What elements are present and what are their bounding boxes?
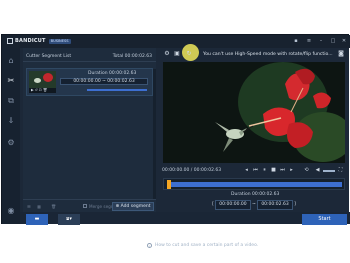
- thumb-controls: ▶ ↺ ⊡ 🗑: [29, 88, 56, 93]
- info-icon: i: [147, 243, 152, 248]
- tip-bar: i How to cut and save a certain part of …: [24, 235, 350, 258]
- thumb-flower: [43, 73, 53, 82]
- range-start-field[interactable]: 00:00:00.00: [215, 200, 251, 210]
- loop-icon[interactable]: ⟲: [303, 167, 310, 174]
- cut-icon[interactable]: ✂: [6, 76, 16, 86]
- segment-item[interactable]: ▶ ↺ ⊡ 🗑 Duration 00:00:02.63 00:00:00.00…: [26, 68, 153, 96]
- delete-segment-icon[interactable]: 🗑: [51, 204, 56, 210]
- segment-list-panel: Cutter Segment List Total 00:00:02.63 ▶ …: [23, 48, 156, 199]
- help-icon[interactable]: ◉: [6, 206, 16, 216]
- bottom-bar: ▬ ⧈▾ Start: [20, 212, 350, 225]
- screenshot-frame: BANDICUT BUSINESS ▪ ≡ – □ ✕ ⌂ ✂ ⧉ ⇓ ⚙ ◉ …: [0, 0, 350, 263]
- home-icon[interactable]: ⌂: [6, 56, 16, 66]
- volume-slider[interactable]: [323, 170, 335, 172]
- rotate-icon[interactable]: ↻: [185, 50, 193, 58]
- close-icon[interactable]: ✕: [341, 38, 347, 44]
- segment-list-title: Cutter Segment List: [26, 54, 72, 59]
- edition-badge: BUSINESS: [48, 38, 71, 44]
- player-panel: ⚙ ▣ ↻ You can't use High-Speed mode with…: [159, 44, 349, 212]
- cut-timeline[interactable]: [163, 178, 345, 190]
- output-settings-button[interactable]: ⧈▾: [58, 214, 80, 225]
- range-separator: ~: [252, 202, 256, 207]
- segment-list-footer: ☰ ▦ 🗑 Merge segments ⊕ Add segment: [23, 199, 156, 212]
- next-frame-icon[interactable]: ▸: [288, 167, 295, 174]
- player-toolbar: ⚙ ▣ ↻ You can't use High-Speed mode with…: [159, 44, 349, 61]
- grid-view-icon[interactable]: ▦: [37, 204, 41, 209]
- range-end-field[interactable]: 00:00:02.63: [257, 200, 293, 210]
- timeline-selection[interactable]: [170, 182, 342, 187]
- left-rail: ⌂ ✂ ⧉ ⇓ ⚙ ◉: [2, 48, 20, 224]
- add-segment-label: Add segment: [120, 204, 151, 209]
- video-preview[interactable]: [163, 62, 345, 163]
- app-name: BANDICUT: [15, 38, 46, 44]
- logo-mark-icon: [7, 38, 13, 44]
- folder-icon: ▬: [34, 216, 40, 222]
- app-window: BANDICUT BUSINESS ▪ ≡ – □ ✕ ⌂ ✂ ⧉ ⇓ ⚙ ◉ …: [1, 34, 350, 248]
- volume-icon[interactable]: ◀: [314, 167, 321, 174]
- export-icon: ⧈▾: [66, 216, 72, 222]
- segment-progress-bar: [87, 89, 147, 91]
- playback-controls: 00:00:00.00 / 00:00:02.63 ◂ ⏮ ⏸ ■ ⏭ ▸ ⟲ …: [159, 166, 349, 176]
- high-speed-warning: You can't use High-Speed mode with rotat…: [203, 52, 333, 57]
- segment-range-field[interactable]: 00:00:00.00 ~ 00:00:02.63: [60, 78, 148, 85]
- step-back-icon[interactable]: ⏮: [252, 167, 259, 174]
- maximize-icon[interactable]: □: [330, 38, 336, 44]
- prev-frame-icon[interactable]: ◂: [243, 167, 250, 174]
- add-segment-button[interactable]: ⊕ Add segment: [112, 202, 154, 211]
- video-frame-image: [163, 62, 345, 163]
- tip-link[interactable]: How to cut and save a certain part of a …: [155, 243, 258, 248]
- player-range: [ 00:00:00.00 ~ 00:00:02.63 ]: [199, 200, 309, 210]
- message-icon[interactable]: ▪: [293, 38, 299, 44]
- timeline-start-marker[interactable]: [167, 180, 171, 189]
- segment-list-header: Cutter Segment List Total 00:00:02.63: [23, 52, 156, 62]
- pause-icon[interactable]: ⏸: [261, 167, 268, 174]
- lock-icon[interactable]: ▣: [173, 50, 181, 58]
- app-logo: BANDICUT BUSINESS: [7, 37, 71, 45]
- stop-icon[interactable]: ■: [270, 167, 277, 174]
- player-duration: Duration 00:00:02.63: [231, 192, 280, 197]
- merge-segments-checkbox[interactable]: [83, 204, 87, 208]
- playback-time: 00:00:00.00 / 00:00:02.63: [162, 168, 222, 173]
- open-file-button[interactable]: ▬: [26, 214, 48, 225]
- gear-icon[interactable]: ⚙: [6, 138, 16, 148]
- segment-thumbnail[interactable]: ▶ ↺ ⊡ 🗑: [29, 71, 56, 93]
- list-view-icon[interactable]: ☰: [27, 204, 31, 209]
- start-button[interactable]: Start: [302, 214, 347, 225]
- download-icon[interactable]: ⇓: [6, 116, 16, 126]
- step-forward-icon[interactable]: ⏭: [279, 167, 286, 174]
- set-end-icon[interactable]: ]: [294, 202, 296, 207]
- segment-list-scrollbar[interactable]: [153, 69, 156, 199]
- title-bar: BANDICUT BUSINESS ▪ ≡ – □ ✕: [2, 35, 350, 48]
- minimize-icon[interactable]: –: [318, 38, 324, 44]
- thumb-bird: [34, 78, 41, 83]
- segment-duration: Duration 00:00:02.63: [88, 71, 137, 76]
- segment-list-total: Total 00:00:02.63: [112, 54, 152, 59]
- snapshot-icon[interactable]: ◙: [337, 50, 345, 58]
- menu-icon[interactable]: ≡: [306, 38, 312, 44]
- join-icon[interactable]: ⧉: [6, 96, 16, 106]
- fullscreen-icon[interactable]: ⛶: [337, 167, 344, 174]
- settings-icon[interactable]: ⚙: [163, 50, 171, 58]
